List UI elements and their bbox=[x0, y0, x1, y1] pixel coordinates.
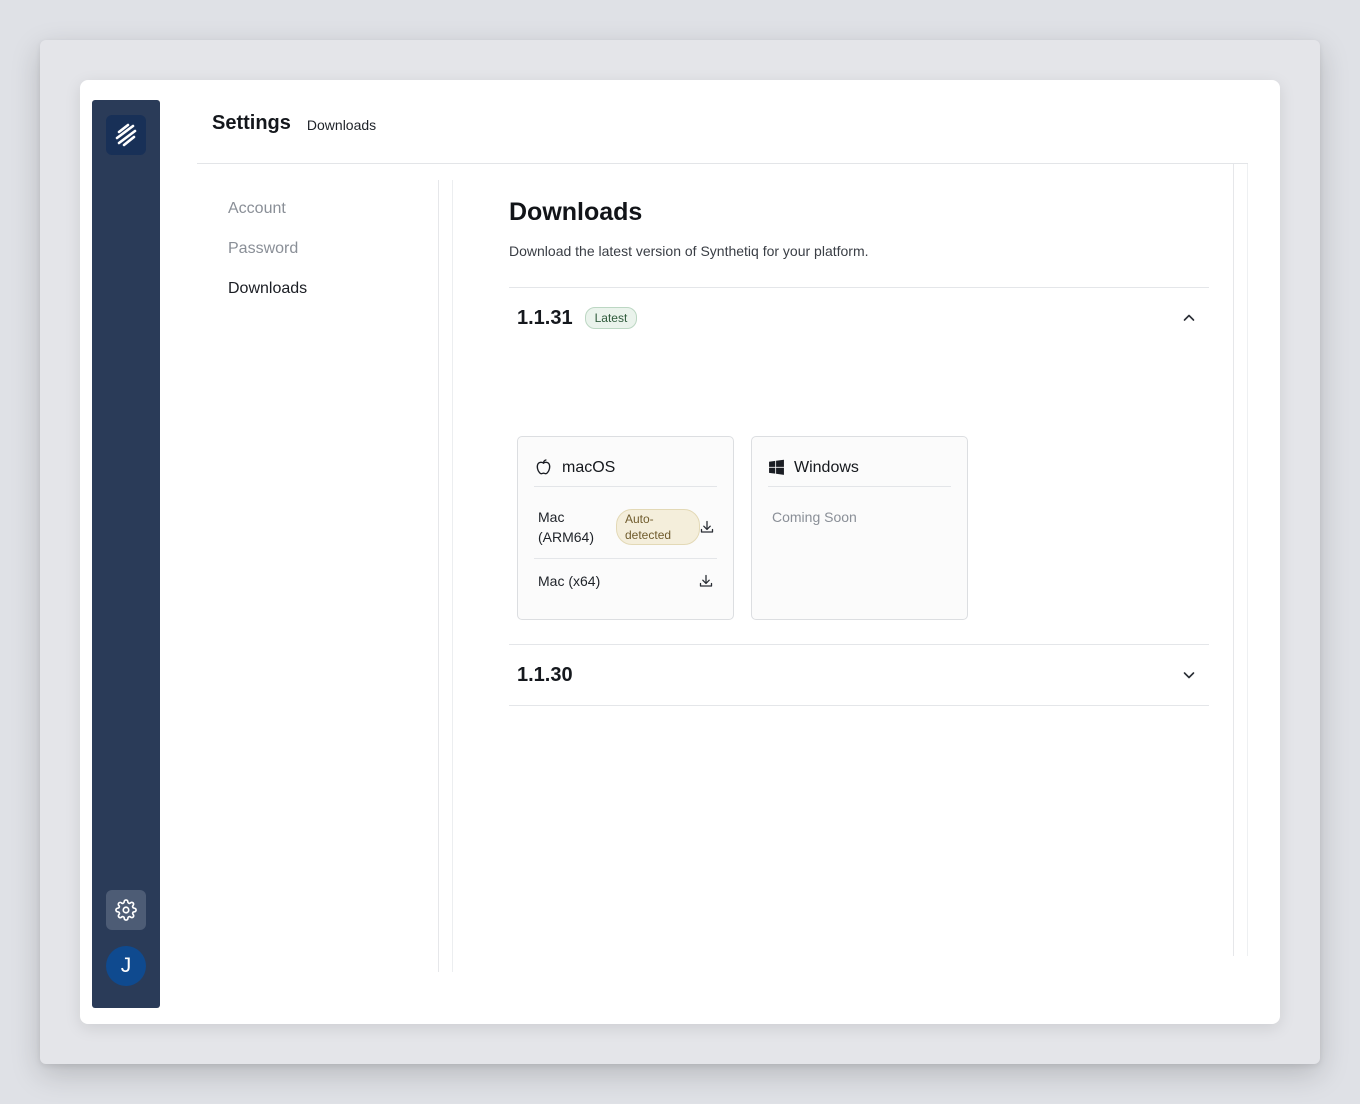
app-window: J Settings Downloads Account Password Do… bbox=[80, 80, 1280, 1024]
subnav-item-account[interactable]: Account bbox=[228, 200, 286, 218]
macos-card: macOS Mac (ARM64) Auto-detected Mac (x64… bbox=[517, 436, 734, 620]
settings-subnav: Account Password Downloads bbox=[197, 180, 439, 972]
subnav-item-downloads[interactable]: Downloads bbox=[228, 280, 307, 298]
download-icon[interactable] bbox=[698, 573, 714, 589]
section-description: Download the latest version of Synthetiq… bbox=[509, 243, 869, 259]
page-title: Settings bbox=[212, 112, 291, 134]
scrollbar-track[interactable] bbox=[1233, 164, 1248, 956]
auto-detected-badge: Auto-detected bbox=[616, 509, 700, 545]
version-header-1-1-30[interactable]: 1.1.30 bbox=[509, 645, 1209, 705]
windows-card: Windows Coming Soon bbox=[751, 436, 968, 620]
subnav-item-password[interactable]: Password bbox=[228, 240, 298, 258]
page-header: Settings Downloads bbox=[197, 80, 1248, 164]
windows-card-header: Windows bbox=[768, 455, 951, 487]
chevron-up-icon bbox=[1183, 314, 1195, 321]
apple-icon bbox=[536, 459, 551, 475]
download-mac-x64[interactable]: Mac (x64) bbox=[534, 571, 717, 591]
macos-label: macOS bbox=[562, 458, 616, 476]
version-label: 1.1.31 bbox=[517, 306, 573, 329]
coming-soon-text: Coming Soon bbox=[772, 509, 857, 525]
version-label: 1.1.30 bbox=[517, 663, 573, 686]
download-label: Mac (ARM64) bbox=[538, 509, 595, 545]
windows-icon bbox=[769, 459, 784, 475]
logo-icon bbox=[115, 123, 137, 147]
app-rail: J bbox=[92, 100, 160, 1008]
macos-card-header: macOS bbox=[534, 455, 717, 487]
version-header-1-1-31[interactable]: 1.1.31 Latest bbox=[509, 288, 1209, 348]
latest-badge: Latest bbox=[584, 307, 638, 329]
windows-label: Windows bbox=[794, 458, 859, 476]
content-divider bbox=[452, 180, 453, 972]
download-label: Mac (x64) bbox=[538, 573, 601, 589]
chevron-down-icon bbox=[1183, 672, 1195, 679]
download-icon[interactable] bbox=[699, 519, 715, 535]
download-mac-arm64[interactable]: Mac (ARM64) Auto-detected bbox=[534, 505, 717, 549]
gear-icon bbox=[115, 899, 137, 921]
divider bbox=[509, 705, 1209, 706]
breadcrumb: Downloads bbox=[306, 116, 377, 133]
settings-button[interactable] bbox=[106, 890, 146, 930]
download-row-divider bbox=[534, 558, 717, 559]
user-avatar[interactable]: J bbox=[106, 946, 146, 986]
avatar-initial: J bbox=[120, 954, 132, 977]
section-title: Downloads bbox=[509, 198, 643, 226]
app-logo[interactable] bbox=[106, 115, 146, 155]
